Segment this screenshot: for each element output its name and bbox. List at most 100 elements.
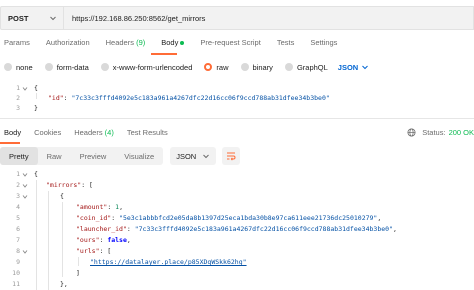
tab-settings[interactable]: Settings bbox=[306, 38, 337, 52]
line-number: 1 bbox=[16, 84, 20, 92]
line-number: 5 bbox=[16, 214, 20, 222]
response-format-select[interactable]: JSON bbox=[170, 147, 217, 165]
line-number: 6 bbox=[16, 225, 20, 233]
radio-x-www-form-urlencoded[interactable]: x-www-form-urlencoded bbox=[97, 62, 193, 72]
code-line: "mirrors": [ bbox=[46, 181, 93, 189]
modified-dot-icon bbox=[180, 41, 185, 46]
wrap-lines-icon bbox=[227, 152, 236, 161]
tab-headers[interactable]: Headers (9) bbox=[102, 38, 146, 52]
brace: { bbox=[34, 170, 38, 178]
indent-guide bbox=[78, 257, 79, 266]
radio-binary[interactable]: binary bbox=[237, 63, 273, 72]
radio-icon bbox=[240, 63, 249, 71]
code-line: }, bbox=[60, 280, 68, 288]
url-input[interactable]: https://192.168.86.250:8562/get_mirrors bbox=[64, 6, 474, 30]
json-key: "amount" bbox=[76, 203, 108, 211]
line-number: 8 bbox=[16, 247, 20, 255]
brace: } bbox=[34, 104, 38, 112]
radio-graphql[interactable]: GraphQL bbox=[281, 63, 328, 72]
status-label: Status: bbox=[422, 128, 446, 137]
line-number: 4 bbox=[16, 203, 20, 211]
view-raw-button[interactable]: Raw bbox=[38, 147, 71, 165]
wrap-lines-button[interactable] bbox=[222, 147, 241, 165]
radio-label: none bbox=[16, 62, 33, 72]
code-line: ] bbox=[76, 269, 80, 277]
tab-label: Settings bbox=[310, 38, 338, 47]
indent-guide bbox=[48, 191, 49, 290]
fold-caret-icon[interactable] bbox=[22, 194, 28, 200]
tab-label: Params bbox=[4, 38, 30, 47]
json-key: "id" bbox=[48, 94, 64, 102]
line-number: 3 bbox=[16, 104, 20, 112]
radio-form-data[interactable]: form-data bbox=[41, 63, 89, 72]
code-line: { bbox=[34, 170, 38, 178]
tab-label: Test Results bbox=[126, 128, 168, 137]
status-value[interactable]: 200 OK bbox=[449, 128, 474, 137]
fold-caret-icon[interactable] bbox=[22, 172, 28, 178]
radio-none[interactable]: none bbox=[0, 63, 33, 72]
json-string: "7c33c3fffd4092e5c183a961a4267dfc22d16cc… bbox=[134, 225, 393, 233]
chevron-down-icon bbox=[203, 154, 210, 159]
tab-count: (9) bbox=[136, 38, 146, 47]
pane-divider[interactable] bbox=[0, 118, 474, 119]
fold-caret-icon[interactable] bbox=[22, 86, 28, 92]
indent-guide bbox=[36, 93, 37, 99]
code-line: } bbox=[34, 104, 38, 112]
view-visualize-button[interactable]: Visualize bbox=[115, 147, 163, 165]
tab-label: Headers bbox=[105, 38, 134, 47]
bracket: ] bbox=[76, 269, 80, 277]
brace: }, bbox=[60, 280, 68, 288]
tab-test-results[interactable]: Test Results bbox=[123, 128, 168, 142]
radio-label: x-www-form-urlencoded bbox=[112, 62, 193, 72]
radio-selected-icon bbox=[204, 63, 213, 71]
active-tab-indicator bbox=[0, 142, 20, 144]
tab-cookies[interactable]: Cookies bbox=[30, 128, 61, 142]
json-url-link[interactable]: "https://datalayer.place/p85XDqWSkk62hg" bbox=[90, 258, 247, 266]
view-preview-button[interactable]: Preview bbox=[71, 147, 116, 165]
code-line: "ours": false, bbox=[76, 236, 131, 244]
tab-response-body[interactable]: Body bbox=[0, 128, 21, 142]
line-number: 11 bbox=[12, 280, 20, 288]
line-number: 1 bbox=[16, 170, 20, 178]
json-number: 1 bbox=[115, 203, 120, 211]
tab-authorization[interactable]: Authorization bbox=[42, 38, 90, 52]
code-line: "coin_id": "5e3c1abbbfcd2e05da8b1397d25e… bbox=[76, 214, 382, 222]
url-bar: POST https://192.168.86.250:8562/get_mir… bbox=[0, 6, 474, 32]
code-line: "id": "7c33c3fffd4092e5c183a961a4267dfc2… bbox=[48, 94, 330, 102]
method-select[interactable]: POST bbox=[0, 6, 64, 30]
request-body-editor[interactable]: 1 { 2 "id": "7c33c3fffd4092e5c183a961a42… bbox=[0, 84, 474, 117]
tab-pre-request-script[interactable]: Pre-request Script bbox=[196, 38, 260, 52]
active-tab-indicator bbox=[151, 53, 177, 55]
radio-label: binary bbox=[252, 62, 273, 72]
tab-params[interactable]: Params bbox=[0, 38, 30, 52]
fold-caret-icon[interactable] bbox=[22, 249, 28, 255]
body-format-select[interactable]: JSON bbox=[338, 63, 369, 72]
tab-response-headers[interactable]: Headers (4) bbox=[70, 128, 114, 142]
code-line: { bbox=[60, 192, 64, 200]
response-body-viewer[interactable]: 1 2 3 4 5 6 7 8 9 10 11 { "mirrors": [ {… bbox=[0, 170, 474, 290]
line-number: 2 bbox=[16, 94, 20, 102]
indent-guide bbox=[36, 180, 37, 290]
view-pretty-button[interactable]: Pretty bbox=[0, 147, 38, 165]
url-text: https://192.168.86.250:8562/get_mirrors bbox=[72, 13, 206, 23]
tab-tests[interactable]: Tests bbox=[273, 38, 295, 52]
radio-label: form-data bbox=[56, 62, 89, 72]
radio-label: raw bbox=[216, 62, 229, 72]
brace: { bbox=[34, 84, 38, 92]
format-label: JSON bbox=[176, 151, 197, 161]
radio-raw[interactable]: raw bbox=[200, 62, 229, 72]
response-view-toolbar: Pretty Raw Preview Visualize JSON bbox=[0, 146, 241, 166]
line-number: 2 bbox=[16, 181, 20, 189]
tab-count: (4) bbox=[104, 128, 114, 137]
json-key: "mirrors" bbox=[46, 181, 82, 189]
tab-body[interactable]: Body bbox=[157, 38, 185, 52]
radio-label: GraphQL bbox=[296, 62, 328, 72]
indent-guide bbox=[62, 202, 63, 277]
tab-label: Pre-request Script bbox=[200, 38, 261, 47]
line-number: 9 bbox=[16, 258, 20, 266]
line-number: 10 bbox=[12, 269, 20, 277]
globe-icon[interactable] bbox=[407, 128, 416, 137]
fold-caret-icon[interactable] bbox=[22, 183, 28, 189]
code-line: "amount": 1, bbox=[76, 203, 123, 211]
radio-icon bbox=[100, 63, 109, 71]
